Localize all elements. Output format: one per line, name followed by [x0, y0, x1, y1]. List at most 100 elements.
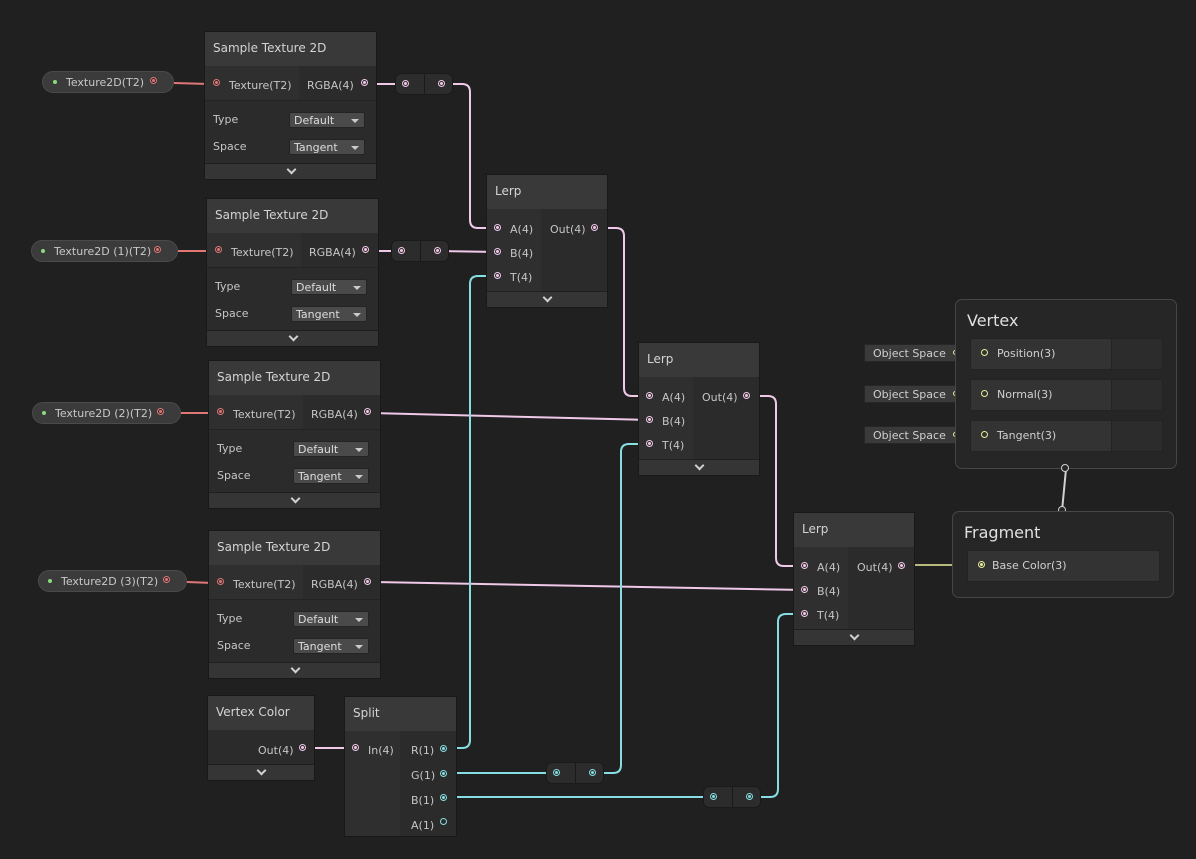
node-title-bar[interactable]: Sample Texture 2D: [209, 361, 380, 396]
redirect-input-port[interactable]: [553, 769, 560, 776]
split-node[interactable]: Split In(4) R(1) G(1) B(1) A(1): [344, 696, 457, 837]
out-output-port[interactable]: [299, 744, 306, 751]
texture-input-port[interactable]: [213, 79, 220, 86]
node-properties: Type Default Space Tangent: [209, 429, 380, 495]
node-title-bar[interactable]: Lerp: [487, 175, 607, 210]
redirect-input-port[interactable]: [402, 80, 409, 87]
space-dropdown[interactable]: Tangent: [293, 638, 369, 654]
texture-input-port[interactable]: [215, 246, 222, 253]
vertex-block-tangent[interactable]: Tangent(3): [970, 420, 1163, 452]
vertex-context[interactable]: Vertex Position(3) Normal(3) Tangent(3): [955, 299, 1177, 469]
texture-input-port[interactable]: [217, 408, 224, 415]
node-title-bar[interactable]: Sample Texture 2D: [207, 199, 378, 234]
redirect-node-1[interactable]: [391, 240, 449, 262]
object-space-chip-tangent[interactable]: Object Space: [864, 426, 964, 444]
output-ports: RGBA(4): [301, 233, 378, 267]
lerp-node-0[interactable]: Lerp A(4) B(4) T(4) Out(4): [486, 174, 608, 308]
redirect-output-port[interactable]: [589, 769, 596, 776]
out-output-port[interactable]: [743, 392, 750, 399]
base-color-input-port[interactable]: [978, 561, 985, 568]
node-expand-button[interactable]: [205, 163, 376, 179]
node-expand-button[interactable]: [639, 459, 759, 475]
redirect-output-port[interactable]: [438, 80, 445, 87]
node-expand-button[interactable]: [209, 492, 380, 508]
vertex-block-normal[interactable]: Normal(3): [970, 379, 1163, 411]
type-dropdown[interactable]: Default: [293, 441, 369, 457]
sample-texture-node-3[interactable]: Sample Texture 2D Texture(T2) RGBA(4) Ty…: [208, 530, 381, 679]
type-dropdown[interactable]: Default: [289, 112, 365, 128]
vertex-block-position[interactable]: Position(3): [970, 338, 1163, 370]
type-dropdown[interactable]: Default: [291, 279, 367, 295]
a-input-port[interactable]: [494, 224, 501, 231]
chevron-down-icon: [286, 164, 296, 175]
node-expand-button[interactable]: [794, 629, 914, 645]
b-input-port[interactable]: [494, 248, 501, 255]
t-input-port[interactable]: [646, 440, 653, 447]
fragment-block-base-color[interactable]: Base Color(3): [967, 550, 1160, 582]
fragment-context[interactable]: Fragment Base Color(3): [952, 511, 1174, 598]
redirect-input-port[interactable]: [398, 247, 405, 254]
property-output-port[interactable]: [157, 408, 164, 415]
a-output-port[interactable]: [440, 818, 447, 825]
node-title-bar[interactable]: Sample Texture 2D: [209, 531, 380, 566]
normal-input-port[interactable]: [981, 390, 988, 397]
node-title-bar[interactable]: Lerp: [639, 343, 759, 378]
sample-texture-node-2[interactable]: Sample Texture 2D Texture(T2) RGBA(4) Ty…: [208, 360, 381, 509]
node-title-bar[interactable]: Split: [345, 697, 456, 732]
redirect-node-0[interactable]: [395, 73, 453, 95]
object-space-chip-position[interactable]: Object Space: [864, 344, 964, 362]
property-texture2d-2[interactable]: Texture2D (2)(T2): [32, 402, 181, 424]
in-input-port[interactable]: [352, 744, 359, 751]
lerp-node-1[interactable]: Lerp A(4) B(4) T(4) Out(4): [638, 342, 760, 476]
lerp-node-2[interactable]: Lerp A(4) B(4) T(4) Out(4): [793, 512, 915, 646]
rgba-output-port[interactable]: [361, 79, 368, 86]
a-input-port[interactable]: [801, 562, 808, 569]
object-space-chip-normal[interactable]: Object Space: [864, 385, 964, 403]
position-label: Position(3): [997, 347, 1056, 360]
node-title-bar[interactable]: Lerp: [794, 513, 914, 548]
redirect-output-port[interactable]: [434, 247, 441, 254]
a-input-port[interactable]: [646, 392, 653, 399]
redirect-input-port[interactable]: [710, 793, 717, 800]
redirect-node-3[interactable]: [703, 786, 761, 808]
tangent-input-port[interactable]: [981, 431, 988, 438]
node-expand-button[interactable]: [209, 662, 380, 678]
property-texture2d-3[interactable]: Texture2D (3)(T2): [38, 570, 187, 592]
rgba-output-port[interactable]: [364, 408, 371, 415]
space-dropdown[interactable]: Tangent: [289, 139, 365, 155]
sample-texture-node-0[interactable]: Sample Texture 2D Texture(T2) RGBA(4) Ty…: [204, 31, 377, 180]
t-input-port[interactable]: [494, 272, 501, 279]
redirect-output-port[interactable]: [746, 793, 753, 800]
position-input-port[interactable]: [981, 349, 988, 356]
b-output-port[interactable]: [440, 794, 447, 801]
space-dropdown[interactable]: Tangent: [291, 306, 367, 322]
vertex-color-node[interactable]: Vertex Color Out(4): [207, 695, 315, 781]
property-output-port[interactable]: [163, 576, 170, 583]
out-output-port[interactable]: [898, 562, 905, 569]
b-input-port[interactable]: [646, 416, 653, 423]
node-expand-button[interactable]: [208, 764, 314, 780]
r-output-port[interactable]: [440, 745, 447, 752]
property-texture2d[interactable]: Texture2D(T2): [42, 71, 174, 93]
out-output-port[interactable]: [591, 224, 598, 231]
node-title-bar[interactable]: Vertex Color: [208, 696, 314, 731]
t-input-port[interactable]: [801, 610, 808, 617]
redirect-node-2[interactable]: [546, 762, 604, 784]
space-chip-label: Object Space: [873, 347, 946, 360]
rgba-output-port[interactable]: [364, 578, 371, 585]
property-output-port[interactable]: [150, 77, 157, 84]
property-output-port[interactable]: [154, 246, 161, 253]
space-dropdown[interactable]: Tangent: [293, 468, 369, 484]
rgba-output-port[interactable]: [362, 246, 369, 253]
base-color-label: Base Color(3): [992, 559, 1067, 572]
node-expand-button[interactable]: [487, 291, 607, 307]
node-expand-button[interactable]: [207, 330, 378, 346]
texture-input-port[interactable]: [217, 578, 224, 585]
node-title-bar[interactable]: Sample Texture 2D: [205, 32, 376, 67]
type-dropdown[interactable]: Default: [293, 611, 369, 627]
sample-texture-node-1[interactable]: Sample Texture 2D Texture(T2) RGBA(4) Ty…: [206, 198, 379, 347]
vertex-flow-output-port[interactable]: [1061, 464, 1069, 472]
b-input-port[interactable]: [801, 586, 808, 593]
property-texture2d-1[interactable]: Texture2D (1)(T2): [31, 240, 178, 262]
g-output-port[interactable]: [440, 770, 447, 777]
